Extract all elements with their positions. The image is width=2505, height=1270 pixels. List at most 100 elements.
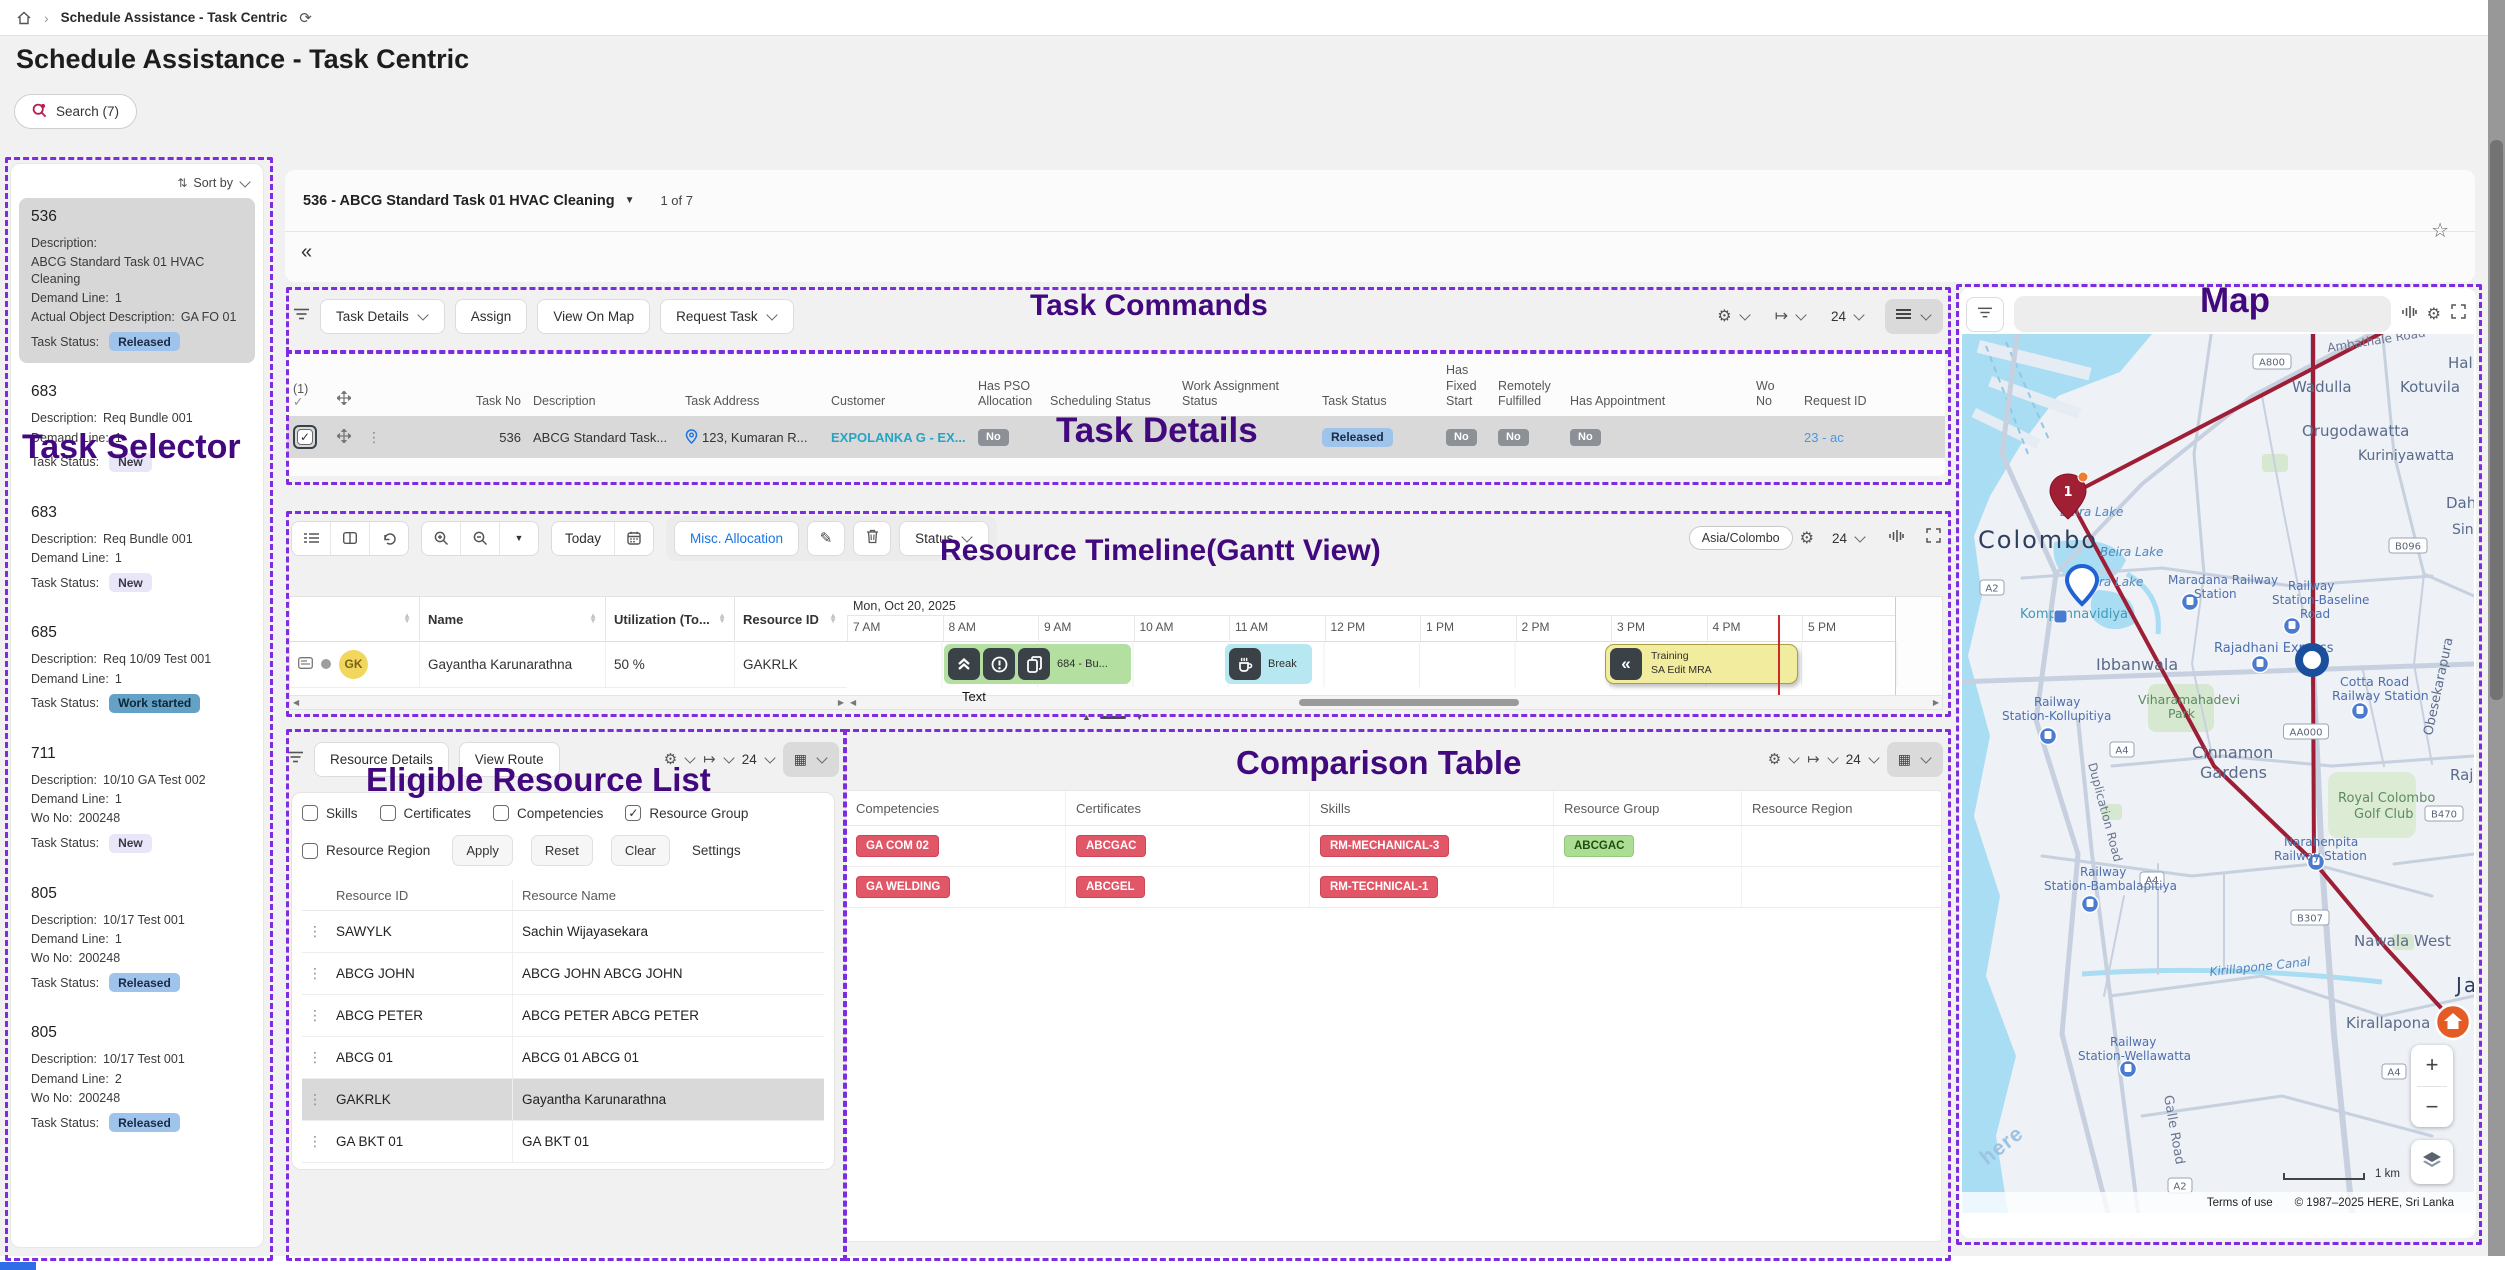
resource-name-header[interactable]: Resource Name	[513, 888, 616, 903]
checkbox-unchecked[interactable]	[302, 805, 318, 821]
comparison-row[interactable]: GA WELDINGABCGELRM-TECHNICAL-1	[846, 867, 1941, 908]
header-work-assignment-status[interactable]: Work Assignment Status	[1176, 379, 1316, 410]
calendar-icon[interactable]	[615, 522, 653, 555]
resource-row[interactable]: ⋮ABCG 01ABCG 01 ABCG 01	[302, 1037, 824, 1079]
comparison-page-size-caret-icon[interactable]	[1868, 752, 1879, 763]
checkbox-unchecked[interactable]	[380, 805, 396, 821]
export-caret-icon[interactable]	[723, 752, 734, 763]
export-icon[interactable]: ↦	[1807, 750, 1820, 768]
resource-details-button[interactable]: Resource Details	[314, 742, 449, 777]
header-remotely-fulfilled[interactable]: Remotely Fulfilled	[1492, 379, 1564, 410]
page-size-caret-icon[interactable]	[1853, 309, 1864, 320]
request-task-button[interactable]: Request Task	[660, 299, 794, 334]
apply-button[interactable]: Apply	[452, 835, 513, 866]
gear-icon[interactable]: ⚙	[2427, 304, 2441, 324]
task-dropdown[interactable]: 536 - ABCG Standard Task 01 HVAC Cleanin…	[303, 193, 615, 209]
resource-page-size-caret-icon[interactable]	[764, 752, 775, 763]
row-checkbox[interactable]: ✓	[293, 425, 317, 449]
window-scrollbar[interactable]	[2488, 0, 2505, 1270]
comparison-row[interactable]: GA COM 02ABCGACRM-MECHANICAL-3ABCGAC	[846, 826, 1941, 867]
row-drag-handle[interactable]: ⋮	[302, 965, 328, 982]
map-layers-button[interactable]	[2411, 1140, 2453, 1184]
view-on-map-button[interactable]: View On Map	[537, 299, 650, 334]
header-request-id[interactable]: Request ID	[1798, 394, 1888, 410]
home-icon[interactable]	[16, 10, 32, 26]
filter-resource-group[interactable]: ✓Resource Group	[625, 805, 748, 821]
header-description[interactable]: Description	[527, 394, 679, 410]
map-canvas[interactable]: A800B096A2AA000A4B470A4B307A2A4 ColomboW…	[1962, 334, 2474, 1213]
comparison-header-resource-group[interactable]: Resource Group	[1554, 791, 1742, 825]
favorite-star-icon[interactable]: ☆	[2431, 218, 2449, 243]
gear-icon[interactable]: ⚙	[1717, 306, 1731, 326]
resource-row[interactable]: ⋮SAWYLKSachin Wijayasekara	[302, 911, 824, 953]
resource-row[interactable]: ⋮GA BKT 01GA BKT 01	[302, 1121, 824, 1163]
task-card[interactable]: 711Description:10/10 GA Test 002Demand L…	[19, 735, 255, 865]
card-icon[interactable]	[298, 657, 313, 672]
gear-icon[interactable]: ⚙	[664, 750, 677, 768]
comparison-header-resource-region[interactable]: Resource Region	[1742, 791, 1942, 825]
grid-view-toggle[interactable]: ▦	[783, 742, 839, 777]
fullscreen-icon[interactable]	[1926, 528, 1941, 548]
filter-skills[interactable]: Skills	[302, 805, 358, 821]
header-has-appointment[interactable]: Has Appointment	[1564, 394, 1750, 410]
gantt-timeline-scrollbar[interactable]: ◀▶	[847, 695, 1942, 709]
clear-button[interactable]: Clear	[611, 835, 670, 866]
gantt-col-resource-id[interactable]: Resource ID▲▼	[735, 597, 845, 641]
resource-row[interactable]: ⋮GAKRLKGayantha Karunarathna	[302, 1079, 824, 1121]
sort-icon[interactable]: ⇅	[177, 176, 187, 190]
header-task-status[interactable]: Task Status	[1316, 394, 1440, 410]
task-card[interactable]: 685Description:Req 10/09 Test 001Demand …	[19, 614, 255, 725]
comparison-page-size[interactable]: 24	[1846, 752, 1861, 767]
histogram-icon[interactable]	[1888, 529, 1904, 547]
dropdown-caret-icon[interactable]: ▼	[625, 195, 635, 206]
header-has-pso[interactable]: Has PSO Allocation	[972, 379, 1044, 410]
gantt-col-utilization[interactable]: Utilization (To...▲▼	[606, 597, 735, 641]
request-id-link[interactable]: 23 - ac	[1804, 430, 1844, 445]
view-toggle-button[interactable]	[1885, 299, 1943, 334]
undo-icon[interactable]	[370, 522, 408, 555]
filter-resource-region[interactable]: Resource Region	[302, 843, 430, 859]
task-card[interactable]: 536Description:ABCG Standard Task 01 HVA…	[19, 198, 255, 363]
header-task-address[interactable]: Task Address	[679, 394, 825, 410]
gear-caret-icon[interactable]	[1739, 309, 1750, 320]
reset-button[interactable]: Reset	[531, 835, 593, 866]
gantt-col-icons[interactable]: ▲▼	[290, 597, 420, 641]
today-button[interactable]: Today	[552, 522, 615, 555]
filter-icon[interactable]	[293, 307, 310, 326]
export-icon[interactable]: ↦	[1775, 306, 1788, 326]
search-button[interactable]: Search (7)	[14, 94, 137, 129]
task-card[interactable]: 683Description:Req Bundle 001Demand Line…	[19, 494, 255, 605]
filter-certificates[interactable]: Certificates	[380, 805, 472, 821]
avatar[interactable]: GK	[339, 650, 368, 679]
splitter-grip[interactable]	[1100, 716, 1126, 719]
header-has-fixed-start[interactable]: Has Fixed Start	[1440, 363, 1492, 410]
edit-button[interactable]: ✎	[807, 521, 845, 556]
fullscreen-icon[interactable]	[2451, 304, 2466, 324]
gantt-left-scrollbar[interactable]: ◀▶	[290, 695, 847, 709]
row-drag-handle[interactable]: ⋮	[302, 923, 328, 940]
gear-caret-icon[interactable]	[684, 752, 695, 763]
task-card[interactable]: 805Description:10/17 Test 001Demand Line…	[19, 875, 255, 1005]
filter-icon[interactable]	[287, 750, 304, 769]
resource-page-size[interactable]: 24	[742, 752, 757, 767]
breadcrumb[interactable]: Schedule Assistance - Task Centric	[61, 10, 288, 25]
view-route-button[interactable]: View Route	[459, 742, 560, 777]
checkbox-unchecked[interactable]	[493, 805, 509, 821]
gantt-page-size[interactable]: 24	[1832, 531, 1847, 546]
map-zoom-in-button[interactable]: +	[2411, 1045, 2453, 1086]
row-drag-handle[interactable]: ⋮	[302, 1133, 328, 1150]
zoom-in-icon[interactable]	[422, 522, 461, 555]
page-size[interactable]: 24	[1831, 309, 1846, 324]
checkbox-checked[interactable]: ✓	[625, 805, 641, 821]
row-drag-handle[interactable]: ⋮	[302, 1049, 328, 1066]
resource-id-header[interactable]: Resource ID	[328, 880, 513, 910]
gantt-event-blue[interactable]: Break	[1225, 644, 1312, 684]
select-all-check-icon[interactable]: ✓	[293, 395, 303, 409]
task-card[interactable]: 683Description:Req Bundle 001Demand Line…	[19, 373, 255, 484]
header-customer[interactable]: Customer	[825, 394, 972, 410]
gantt-col-name[interactable]: Name▲▼	[420, 597, 606, 641]
header-sel[interactable]: (1)✓	[287, 383, 331, 411]
row-drag-handle[interactable]: ⋮	[302, 1091, 328, 1108]
task-table-row[interactable]: ✓⋮536ABCG Standard Task...123, Kumaran R…	[287, 416, 1945, 458]
filter-competencies[interactable]: Competencies	[493, 805, 603, 821]
